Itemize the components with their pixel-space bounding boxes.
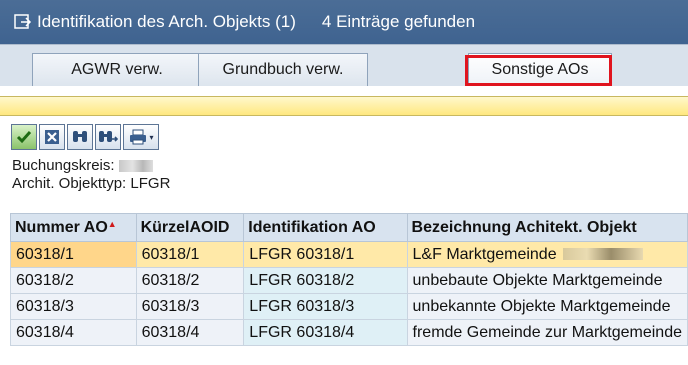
- object-type-label: Archit. Objekttyp:: [12, 175, 127, 192]
- redacted-name: [562, 248, 643, 261]
- object-type-line: Archit. Objekttyp: LFGR: [12, 175, 170, 192]
- print-icon: [130, 129, 147, 145]
- table-row[interactable]: 60318/2 60318/2 LFGR 60318/2 unbebaute O…: [10, 267, 688, 294]
- tab-grundbuch-label: Grundbuch verw.: [222, 61, 344, 78]
- cell-nummer[interactable]: 60318/4: [10, 319, 137, 346]
- confirm-button[interactable]: [11, 124, 37, 150]
- find-next-button[interactable]: [95, 124, 121, 150]
- cell-kuerzel[interactable]: 60318/2: [135, 267, 245, 294]
- tab-grundbuch[interactable]: Grundbuch verw.: [198, 53, 368, 86]
- column-header-identifikation[interactable]: Identifikation AO: [243, 213, 408, 242]
- tab-sonstige-aos-label: Sonstige AOs: [491, 61, 589, 78]
- object-type-value: LFGR: [130, 175, 171, 192]
- results-table: Nummer AO▲ KürzelAOID Identifikation AO …: [10, 213, 688, 346]
- cancel-icon: [45, 130, 59, 144]
- cell-nummer[interactable]: 60318/2: [10, 267, 137, 294]
- company-code-redacted: [118, 160, 153, 173]
- column-header-kuerzel[interactable]: KürzelAOID: [135, 213, 245, 242]
- tab-sonstige-aos[interactable]: Sonstige AOs: [468, 53, 612, 86]
- table-row[interactable]: 60318/4 60318/4 LFGR 60318/4 fremde Geme…: [10, 319, 688, 346]
- cell-nummer[interactable]: 60318/1: [10, 241, 137, 268]
- table-header-row: Nummer AO▲ KürzelAOID Identifikation AO …: [10, 213, 688, 242]
- table-row[interactable]: 60318/3 60318/3 LFGR 60318/3 unbekannte …: [10, 293, 688, 320]
- window-icon: [14, 14, 32, 29]
- result-count: 4 Einträge gefunden: [321, 12, 476, 31]
- cell-identifikation[interactable]: LFGR 60318/4: [243, 319, 408, 346]
- cell-kuerzel[interactable]: 60318/3: [135, 293, 245, 320]
- window-title: Identifikation des Arch. Objekts (1): [37, 12, 296, 31]
- find-button[interactable]: [67, 124, 93, 150]
- cell-identifikation[interactable]: LFGR 60318/2: [243, 267, 408, 294]
- cell-kuerzel[interactable]: 60318/1: [135, 241, 245, 268]
- print-dropdown-icon[interactable]: ▾: [149, 133, 153, 142]
- tab-agwr-label: AGWR verw.: [71, 61, 163, 78]
- company-code-label: Buchungskreis:: [12, 157, 115, 174]
- tab-agwr[interactable]: AGWR verw.: [32, 53, 202, 86]
- window-titlebar: Identifikation des Arch. Objekts (1) 4 E…: [0, 0, 688, 44]
- cell-identifikation[interactable]: LFGR 60318/1: [243, 241, 408, 268]
- message-bar: [0, 96, 688, 116]
- find-next-icon: [99, 131, 118, 142]
- cell-nummer[interactable]: 60318/3: [10, 293, 137, 320]
- find-icon: [73, 131, 87, 142]
- sort-indicator-icon: ▲: [107, 218, 117, 229]
- column-header-bezeichnung[interactable]: Bezeichnung Achitekt. Objekt: [406, 213, 688, 242]
- column-header-nummer-ao[interactable]: Nummer AO▲: [10, 213, 137, 242]
- cell-bezeichnung[interactable]: L&F Marktgemeinde: [406, 241, 688, 268]
- print-button[interactable]: ▾: [123, 124, 159, 150]
- table-row[interactable]: 60318/1 60318/1 LFGR 60318/1 L&F Marktge…: [10, 241, 688, 268]
- tab-strip: AGWR verw. Grundbuch verw. Sonstige AOs: [0, 44, 688, 86]
- cell-bezeichnung[interactable]: unbekannte Objekte Marktgemeinde: [406, 293, 688, 320]
- cell-identifikation[interactable]: LFGR 60318/3: [243, 293, 408, 320]
- cell-bezeichnung[interactable]: unbebaute Objekte Marktgemeinde: [406, 267, 688, 294]
- toolbar: ▾: [11, 124, 159, 150]
- confirm-icon: [16, 131, 32, 144]
- company-code-line: Buchungskreis:: [12, 157, 153, 174]
- cell-kuerzel[interactable]: 60318/4: [135, 319, 245, 346]
- cancel-button[interactable]: [39, 124, 65, 150]
- cell-bezeichnung[interactable]: fremde Gemeinde zur Marktgemeinde: [406, 319, 688, 346]
